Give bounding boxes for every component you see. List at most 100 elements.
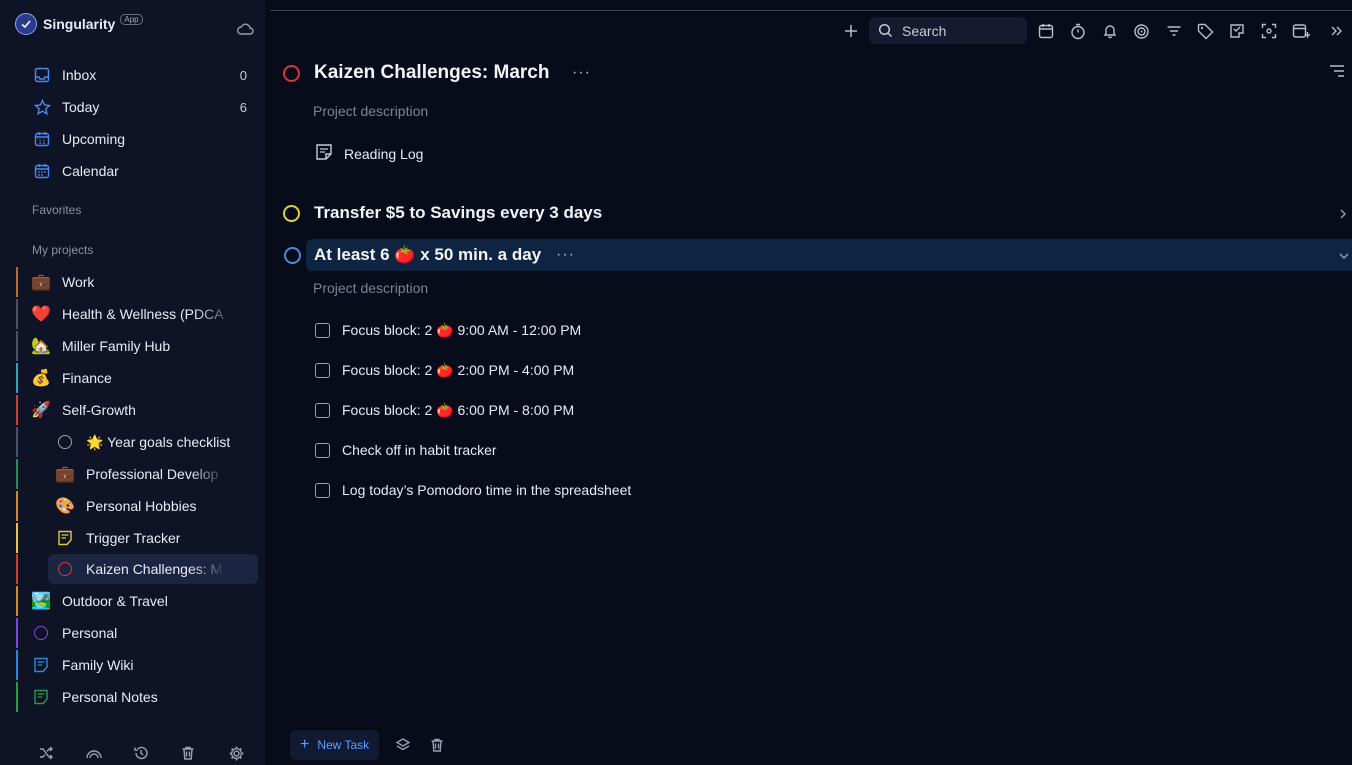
task-item[interactable]: Focus block: 2 🍅 2:00 PM - 4:00 PM (315, 358, 574, 382)
section-status-circle-icon[interactable] (284, 247, 301, 264)
task-checkbox[interactable] (315, 402, 330, 418)
svg-text:11: 11 (38, 139, 46, 146)
new-task-label: New Task (317, 738, 370, 752)
project-kaizen-challenges[interactable]: Kaizen Challenges: M (16, 554, 258, 584)
project-work[interactable]: 💼 Work (16, 267, 258, 297)
project-label: Professional Develop (86, 466, 219, 482)
calendar-grid-icon: 11 (32, 129, 52, 149)
shuffle-icon[interactable] (36, 743, 56, 763)
project-family-wiki[interactable]: Family Wiki (16, 650, 258, 680)
task-checkbox[interactable] (315, 482, 330, 498)
task-checkbox[interactable] (315, 322, 330, 338)
my-projects-heading[interactable]: My projects (32, 243, 93, 257)
trash-icon[interactable] (178, 743, 198, 763)
chevron-down-icon[interactable] (1338, 248, 1350, 266)
layers-icon[interactable] (393, 735, 413, 755)
cloud-sync-icon[interactable] (236, 22, 254, 41)
project-color-bar (16, 267, 18, 297)
project-color-bar (16, 554, 18, 584)
project-year-goals[interactable]: 🌟 Year goals checklist (16, 427, 258, 457)
sidebar: Singularity App Inbox 0 Today 6 11 Upcom… (0, 0, 265, 765)
project-color-bar (16, 682, 18, 712)
project-label: Finance (62, 370, 112, 386)
project-outdoor-travel[interactable]: 🏞️ Outdoor & Travel (16, 586, 258, 616)
project-label: Work (62, 274, 95, 290)
task-title: Log today’s Pomodoro time in the spreads… (342, 482, 632, 498)
star-icon (32, 97, 52, 117)
project-header[interactable]: Kaizen Challenges: March ··· (280, 56, 1352, 90)
nav-today[interactable]: Today 6 (32, 93, 250, 121)
nav-label: Inbox (62, 67, 97, 83)
new-task-button[interactable]: + New Task (290, 730, 380, 760)
more-options-icon[interactable]: ··· (556, 246, 575, 264)
task-title: Focus block: 2 🍅 2:00 PM - 4:00 PM (342, 361, 575, 378)
history-icon[interactable] (131, 743, 151, 763)
app-name: Singularity (43, 16, 116, 32)
project-label: Self-Growth (62, 402, 136, 418)
project-color-bar (16, 299, 18, 329)
task-item[interactable]: Focus block: 2 🍅 9:00 AM - 12:00 PM (315, 318, 581, 342)
project-trigger-tracker[interactable]: Trigger Tracker (16, 523, 258, 553)
circle-icon (30, 622, 52, 644)
main-content: Kaizen Challenges: March ··· Project des… (280, 0, 1352, 765)
settings-gear-icon[interactable] (226, 743, 246, 763)
nav-label: Upcoming (62, 131, 126, 147)
landscape-icon: 🏞️ (31, 593, 51, 610)
note-icon (315, 143, 333, 166)
heart-icon: ❤️ (31, 306, 51, 323)
task-item[interactable]: Focus block: 2 🍅 6:00 PM - 8:00 PM (315, 398, 574, 422)
project-description[interactable]: Project description (313, 103, 428, 119)
project-finance[interactable]: 💰 Finance (16, 363, 258, 393)
project-color-bar (16, 331, 18, 361)
project-personal-notes[interactable]: Personal Notes (16, 682, 258, 712)
project-title[interactable]: Kaizen Challenges: March (314, 62, 549, 84)
money-bag-icon: 💰 (31, 370, 51, 387)
more-options-icon[interactable]: ··· (572, 64, 591, 82)
project-color-bar (16, 650, 18, 680)
project-color-bar (16, 491, 18, 521)
nav-upcoming[interactable]: 11 Upcoming (32, 125, 250, 153)
task-title: Focus block: 2 🍅 6:00 PM - 8:00 PM (342, 401, 575, 418)
project-label: Personal Hobbies (86, 498, 197, 514)
project-status-circle-icon[interactable] (283, 64, 300, 82)
app-brand[interactable]: Singularity App (15, 12, 143, 36)
task-title: Check off in habit tracker (342, 442, 497, 458)
task-checkbox[interactable] (315, 442, 330, 458)
project-self-growth[interactable]: 🚀 Self-Growth (16, 395, 258, 425)
nav-calendar[interactable]: Calendar (32, 157, 250, 185)
section-header-transfer[interactable]: Transfer $5 to Savings every 3 days (280, 196, 1352, 230)
project-label: Personal Notes (62, 689, 158, 705)
project-health-wellness[interactable]: ❤️ Health & Wellness (PDCA (16, 299, 258, 329)
project-label: Family Wiki (62, 657, 134, 673)
sidebar-footer (0, 735, 265, 765)
nav-inbox[interactable]: Inbox 0 (32, 61, 250, 89)
project-label: Kaizen Challenges: M (86, 561, 223, 577)
briefcase-icon: 💼 (31, 274, 51, 291)
task-item[interactable]: Log today’s Pomodoro time in the spreads… (315, 478, 631, 502)
section-header-pomodoro[interactable]: At least 6 🍅 x 50 min. a day ··· (306, 239, 1352, 271)
favorites-heading[interactable]: Favorites (32, 203, 81, 217)
nav-count: 6 (239, 99, 247, 115)
app-badge: App (120, 13, 143, 25)
project-personal[interactable]: Personal (16, 618, 258, 648)
trash-icon[interactable] (427, 735, 447, 755)
sort-icon[interactable] (1328, 64, 1346, 83)
inbox-icon (32, 65, 52, 85)
section-title: At least 6 🍅 x 50 min. a day (314, 245, 542, 264)
section-description[interactable]: Project description (313, 280, 428, 296)
project-color-bar (16, 459, 18, 489)
project-personal-hobbies[interactable]: 🎨 Personal Hobbies (16, 491, 258, 521)
section-status-circle-icon[interactable] (283, 204, 300, 222)
nav-label: Calendar (62, 163, 119, 179)
note-icon (30, 686, 52, 708)
project-miller-family-hub[interactable]: 🏡 Miller Family Hub (16, 331, 258, 361)
rocket-icon: 🚀 (31, 402, 51, 419)
chevron-right-icon[interactable] (1338, 207, 1348, 225)
rainbow-icon[interactable] (84, 743, 104, 763)
circle-icon (54, 431, 76, 453)
task-item[interactable]: Check off in habit tracker (315, 438, 497, 462)
project-label: 🌟 Year goals checklist (86, 433, 231, 450)
note-item[interactable]: Reading Log (315, 142, 423, 166)
task-checkbox[interactable] (315, 362, 330, 378)
project-professional-development[interactable]: 💼 Professional Develop (16, 459, 258, 489)
